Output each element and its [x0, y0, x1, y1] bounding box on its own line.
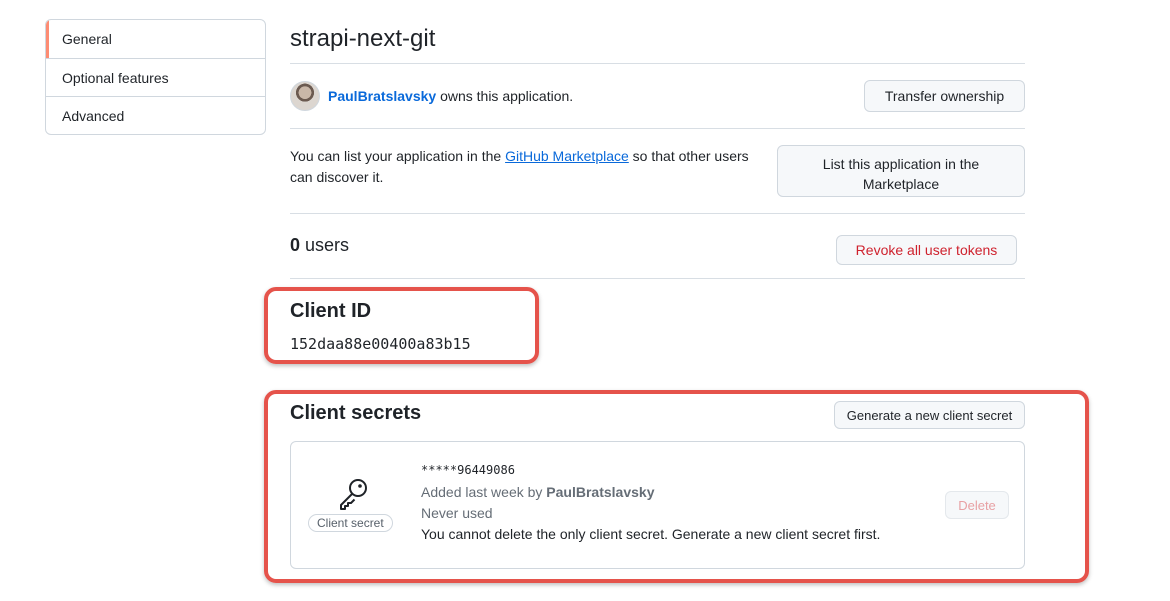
sidebar-item-advanced[interactable]: Advanced: [46, 96, 265, 134]
key-icon: [340, 479, 367, 510]
secret-warning: You cannot delete the only client secret…: [421, 526, 881, 542]
divider: [290, 128, 1025, 129]
divider: [290, 63, 1025, 64]
marketplace-text-before: You can list your application in the: [290, 148, 506, 164]
client-id-heading: Client ID: [290, 300, 372, 322]
transfer-ownership-button[interactable]: Transfer ownership: [864, 80, 1025, 112]
marketplace-link[interactable]: GitHub Marketplace: [505, 148, 629, 164]
list-marketplace-label-1: List this application in the: [822, 155, 980, 172]
client-secret-badge: Client secret: [308, 514, 393, 532]
client-secrets-heading: Client secrets: [290, 402, 422, 424]
secret-added-prefix: Added last week by: [421, 484, 547, 500]
generate-secret-button[interactable]: Generate a new client secret: [834, 401, 1025, 429]
secret-masked-value: *****96449086: [421, 463, 515, 477]
list-marketplace-label-2: Marketplace: [862, 175, 940, 192]
revoke-tokens-button[interactable]: Revoke all user tokens: [836, 235, 1017, 265]
owner-text: PaulBratslavsky owns this application.: [328, 88, 573, 104]
avatar[interactable]: [290, 81, 320, 111]
users-count-label: users: [300, 235, 350, 255]
settings-sidebar: General Optional features Advanced: [45, 19, 266, 135]
users-count-number: 0: [290, 235, 301, 255]
divider: [290, 278, 1025, 279]
delete-secret-button[interactable]: Delete: [945, 491, 1009, 519]
owner-suffix: owns this application.: [436, 88, 574, 104]
client-id-value: 152daa88e00400a83b15: [290, 335, 471, 353]
users-count: 0 users: [290, 235, 349, 256]
list-marketplace-button[interactable]: List this application in the Marketplace: [777, 145, 1025, 197]
sidebar-item-optional-features[interactable]: Optional features: [46, 58, 265, 96]
secret-usage: Never used: [421, 505, 493, 521]
marketplace-text: You can list your application in the Git…: [290, 146, 775, 188]
sidebar-item-general[interactable]: General: [46, 20, 265, 58]
secret-added-by: PaulBratslavsky: [546, 484, 655, 500]
secret-added: Added last week by PaulBratslavsky: [421, 482, 880, 503]
secret-info: *****96449086 Added last week by PaulBra…: [421, 462, 880, 545]
client-secret-card: Client secret *****96449086 Added last w…: [290, 441, 1025, 569]
divider: [290, 213, 1025, 214]
owner-link[interactable]: PaulBratslavsky: [328, 88, 436, 104]
page-title: strapi-next-git: [290, 25, 436, 52]
